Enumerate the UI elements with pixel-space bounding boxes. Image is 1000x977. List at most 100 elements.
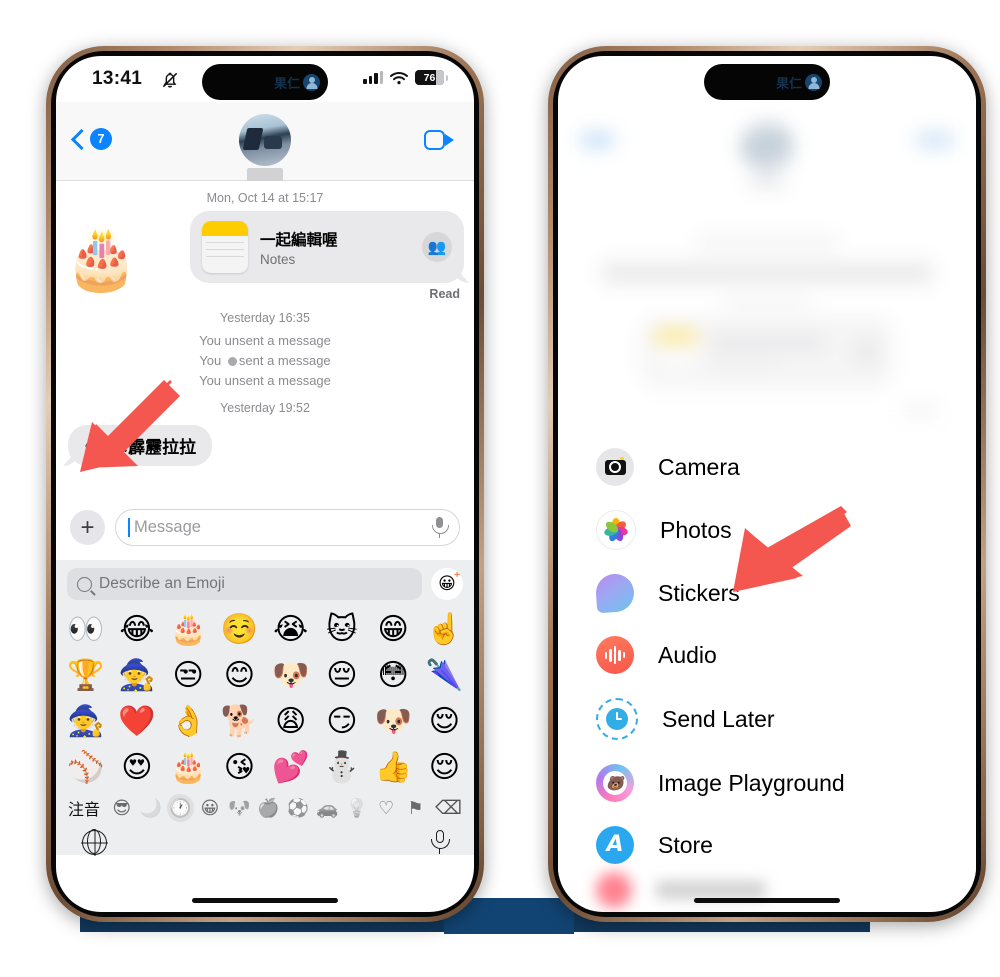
- emoji-cell[interactable]: 🎂: [163, 746, 214, 790]
- emoji-cell[interactable]: 👀: [60, 608, 111, 652]
- emoji-search-placeholder: Describe an Emoji: [99, 575, 225, 592]
- app-store-icon: A: [596, 826, 634, 864]
- image-playground-icon: 🐻: [596, 764, 634, 802]
- dictation-microphone-icon[interactable]: [431, 830, 450, 855]
- emoji-category[interactable]: 🍎: [255, 794, 282, 822]
- cake-sticker[interactable]: 🎂: [64, 229, 139, 289]
- dynamic-island-right: 果仁: [704, 64, 830, 100]
- emoji-cell[interactable]: 😍: [111, 746, 162, 790]
- timestamp-1: Yesterday 16:35: [220, 311, 310, 325]
- people-icon: 👥: [422, 232, 452, 262]
- back-button[interactable]: 7: [70, 128, 112, 150]
- unread-badge: 7: [90, 128, 112, 150]
- emoji-cell[interactable]: 🐕: [214, 700, 265, 744]
- emoji-cell[interactable]: 😁: [368, 608, 419, 652]
- emoji-cell[interactable]: 🧙: [111, 654, 162, 698]
- avatar: [239, 114, 291, 166]
- emoji-cell[interactable]: ☺️: [214, 608, 265, 652]
- notes-meta: 一起編輯喔 Notes: [260, 228, 410, 267]
- emoji-cell[interactable]: 😏: [316, 700, 367, 744]
- menu-item-camera[interactable]: Camera: [558, 436, 976, 498]
- emoji-cell[interactable]: 😳: [368, 654, 419, 698]
- emoji-category[interactable]: ♡: [372, 794, 399, 822]
- dynamic-island-label: 果仁: [775, 76, 802, 92]
- backspace-icon[interactable]: ⌫: [435, 797, 462, 820]
- globe-icon[interactable]: [82, 829, 107, 855]
- emoji-cell[interactable]: 🐶: [368, 700, 419, 744]
- menu-item-label: Store: [658, 831, 713, 858]
- emoji-search-input[interactable]: Describe an Emoji: [67, 568, 422, 600]
- microphone-icon[interactable]: [432, 517, 449, 538]
- emoji-cell[interactable]: 🎂: [163, 608, 214, 652]
- blurred-conversation-background: [558, 56, 976, 428]
- annotation-arrow-left: [80, 380, 180, 472]
- message-placeholder: Message: [134, 518, 201, 536]
- emoji-category[interactable]: 💡: [343, 794, 370, 822]
- audio-icon: [596, 636, 634, 674]
- home-indicator[interactable]: [192, 897, 338, 903]
- emoji-cell[interactable]: 😊: [214, 654, 265, 698]
- emoji-cell[interactable]: 🐶: [265, 654, 316, 698]
- emoji-cell[interactable]: 💕: [265, 746, 316, 790]
- emoji-category[interactable]: 😎: [108, 794, 135, 822]
- emoji-cell[interactable]: 😌: [419, 700, 470, 744]
- emoji-cell[interactable]: 😌: [419, 746, 470, 790]
- right-phone-frame: 果仁 Camera Photos Stickers Audio Send Lat…: [548, 46, 986, 922]
- emoji-cell[interactable]: 😘: [214, 746, 265, 790]
- home-indicator[interactable]: [694, 897, 840, 903]
- contact-avatar-icon: [805, 73, 822, 91]
- emoji-cell[interactable]: 🐱: [316, 608, 367, 652]
- emoji-category[interactable]: 🌙: [137, 794, 164, 822]
- camera-icon: [596, 448, 634, 486]
- emoji-keyboard: Describe an Emoji 😀 + 👀 😂 🎂 ☺️ 😭 🐱 😁 ☝️ 🏆 🧙 😒 😊 🐶 😔 😳 🌂 🧙…: [56, 560, 474, 855]
- menu-item-send-later[interactable]: Send Later: [558, 686, 976, 752]
- emoji-cell[interactable]: 😒: [163, 654, 214, 698]
- emoji-cell[interactable]: ☝️: [419, 608, 470, 652]
- send-later-clock-icon: [596, 698, 638, 740]
- notes-title: 一起編輯喔: [260, 230, 338, 249]
- emoji-cell[interactable]: 😂: [111, 608, 162, 652]
- emoji-cell[interactable]: ⚾: [60, 746, 111, 790]
- menu-item-image-playground[interactable]: 🐻 Image Playground: [558, 752, 976, 814]
- system-line: You unsent a message: [199, 333, 331, 348]
- photos-icon: [596, 510, 636, 550]
- contact-header[interactable]: [239, 114, 291, 184]
- battery-level-text: 76: [423, 71, 436, 84]
- emoji-cell[interactable]: 👍: [368, 746, 419, 790]
- emoji-cell[interactable]: 😔: [316, 654, 367, 698]
- emoji-cell[interactable]: 🏆: [60, 654, 111, 698]
- screenshot-stage: 果仁 13:41 76 7 Mon, Oct 14 at 15:17 一起編輯喔…: [0, 0, 1000, 977]
- left-phone-frame: 果仁 13:41 76 7 Mon, Oct 14 at 15:17 一起編輯喔…: [46, 46, 484, 922]
- emoji-plus-icon[interactable]: 😀 +: [431, 568, 463, 600]
- emoji-grid[interactable]: 👀 😂 🎂 ☺️ 😭 🐱 😁 ☝️ 🏆 🧙 😒 😊 🐶 😔 😳 🌂 🧙 ❤️ 👌 🐕 😩 😏 🐶 😌 ⚾ 😍 🎂 😘 💕 ⛄ 👍 😌: [56, 608, 474, 790]
- emoji-category[interactable]: ⚽: [284, 794, 311, 822]
- emoji-cell[interactable]: 👌: [163, 700, 214, 744]
- emoji-cell[interactable]: ❤️: [111, 700, 162, 744]
- emoji-cell[interactable]: 😩: [265, 700, 316, 744]
- emoji-cell[interactable]: 🌂: [419, 654, 470, 698]
- cellular-bars-icon: [363, 71, 383, 84]
- right-phone-screen: 果仁 Camera Photos Stickers Audio Send Lat…: [558, 56, 976, 912]
- menu-item-label: Camera: [658, 453, 740, 480]
- input-mode-label[interactable]: 注音: [68, 796, 100, 820]
- emoji-category[interactable]: 😀: [196, 794, 223, 822]
- menu-item-label: Send Later: [662, 705, 775, 732]
- search-icon: [77, 576, 92, 592]
- emoji-category[interactable]: 🚗: [314, 794, 341, 822]
- emoji-cell[interactable]: 🧙: [60, 700, 111, 744]
- contact-avatar-icon: [303, 73, 320, 91]
- emoji-search-row: Describe an Emoji 😀 +: [56, 568, 474, 608]
- bell-slash-icon: [162, 72, 178, 88]
- notes-app-icon: [202, 221, 248, 273]
- status-time: 13:41: [92, 68, 143, 89]
- emoji-category[interactable]: 🐶: [226, 794, 253, 822]
- emoji-cell[interactable]: ⛄: [316, 746, 367, 790]
- emoji-category[interactable]: ⚑: [402, 794, 429, 822]
- menu-item-store[interactable]: A Store: [558, 814, 976, 876]
- battery-indicator: 76: [415, 70, 448, 85]
- menu-item-label: Image Playground: [658, 769, 845, 796]
- emoji-cell[interactable]: 😭: [265, 608, 316, 652]
- video-camera-icon[interactable]: [424, 130, 454, 150]
- emoji-category-recents[interactable]: 🕐: [166, 794, 195, 822]
- notes-share-bubble[interactable]: 一起編輯喔 Notes 👥: [190, 211, 464, 283]
